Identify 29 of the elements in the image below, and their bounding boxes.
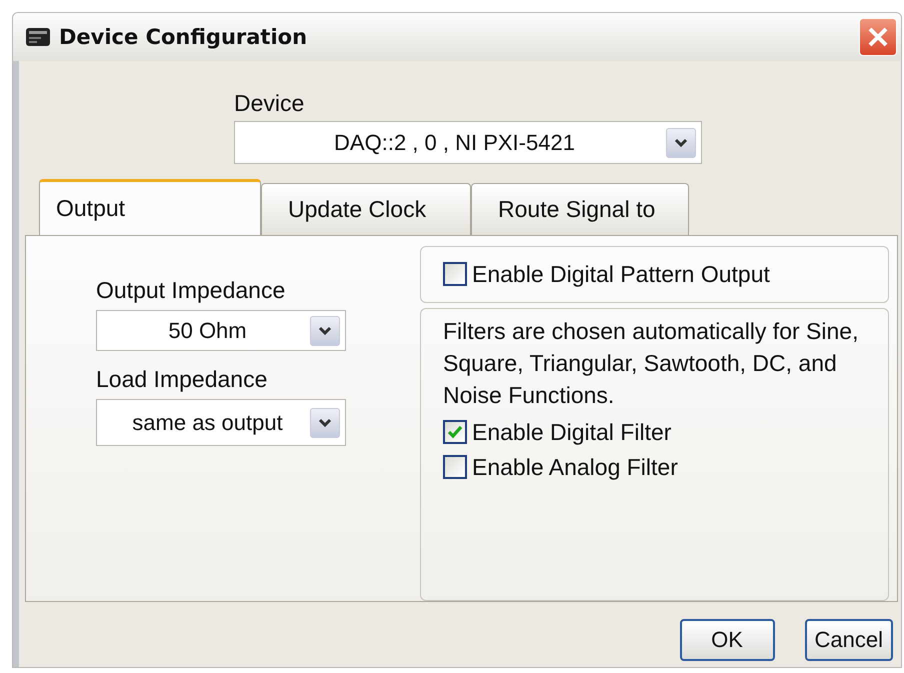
close-icon xyxy=(867,26,889,48)
tab[interactable]: Route Signal to xyxy=(471,183,689,235)
close-button[interactable] xyxy=(859,18,897,56)
tab[interactable]: Update Clock xyxy=(261,183,471,235)
chevron-down-icon xyxy=(674,138,688,148)
dropdown-arrow-button[interactable] xyxy=(310,408,340,438)
dropdown-arrow-button[interactable] xyxy=(310,316,340,346)
checkbox[interactable] xyxy=(443,262,467,286)
field-label: Load Impedance xyxy=(96,365,268,393)
tab[interactable]: Output xyxy=(39,179,261,235)
dropdown-arrow-button[interactable] xyxy=(666,128,696,158)
card-icon xyxy=(25,27,51,47)
checkbox[interactable] xyxy=(443,420,467,444)
field-label: Output Impedance xyxy=(96,276,286,304)
checkmark-icon xyxy=(447,425,463,440)
checkbox[interactable] xyxy=(443,455,467,480)
window-title: Device Configuration xyxy=(59,25,308,49)
checkbox-label: Enable Analog Filter xyxy=(472,454,678,481)
dropdown-field[interactable]: same as output xyxy=(96,399,346,446)
dialog-button[interactable]: Cancel xyxy=(804,619,893,661)
checkbox-label: Enable Digital Filter xyxy=(472,418,672,446)
filter-note: Filters are chosen automatically for Sine, Square, Triangular, Sawtooth, DC, and Noise Functions. xyxy=(443,316,860,410)
chevron-down-icon xyxy=(318,418,332,428)
dialog-button[interactable]: OK xyxy=(680,619,775,661)
dropdown-field[interactable]: DAQ::2 , 0 , NI PXI-5421 xyxy=(234,121,702,164)
checkbox-label: Enable Digital Pattern Output xyxy=(472,260,770,288)
chevron-down-icon xyxy=(318,326,332,336)
dropdown-field[interactable]: 50 Ohm xyxy=(96,310,346,351)
field-label: Device xyxy=(234,89,306,117)
